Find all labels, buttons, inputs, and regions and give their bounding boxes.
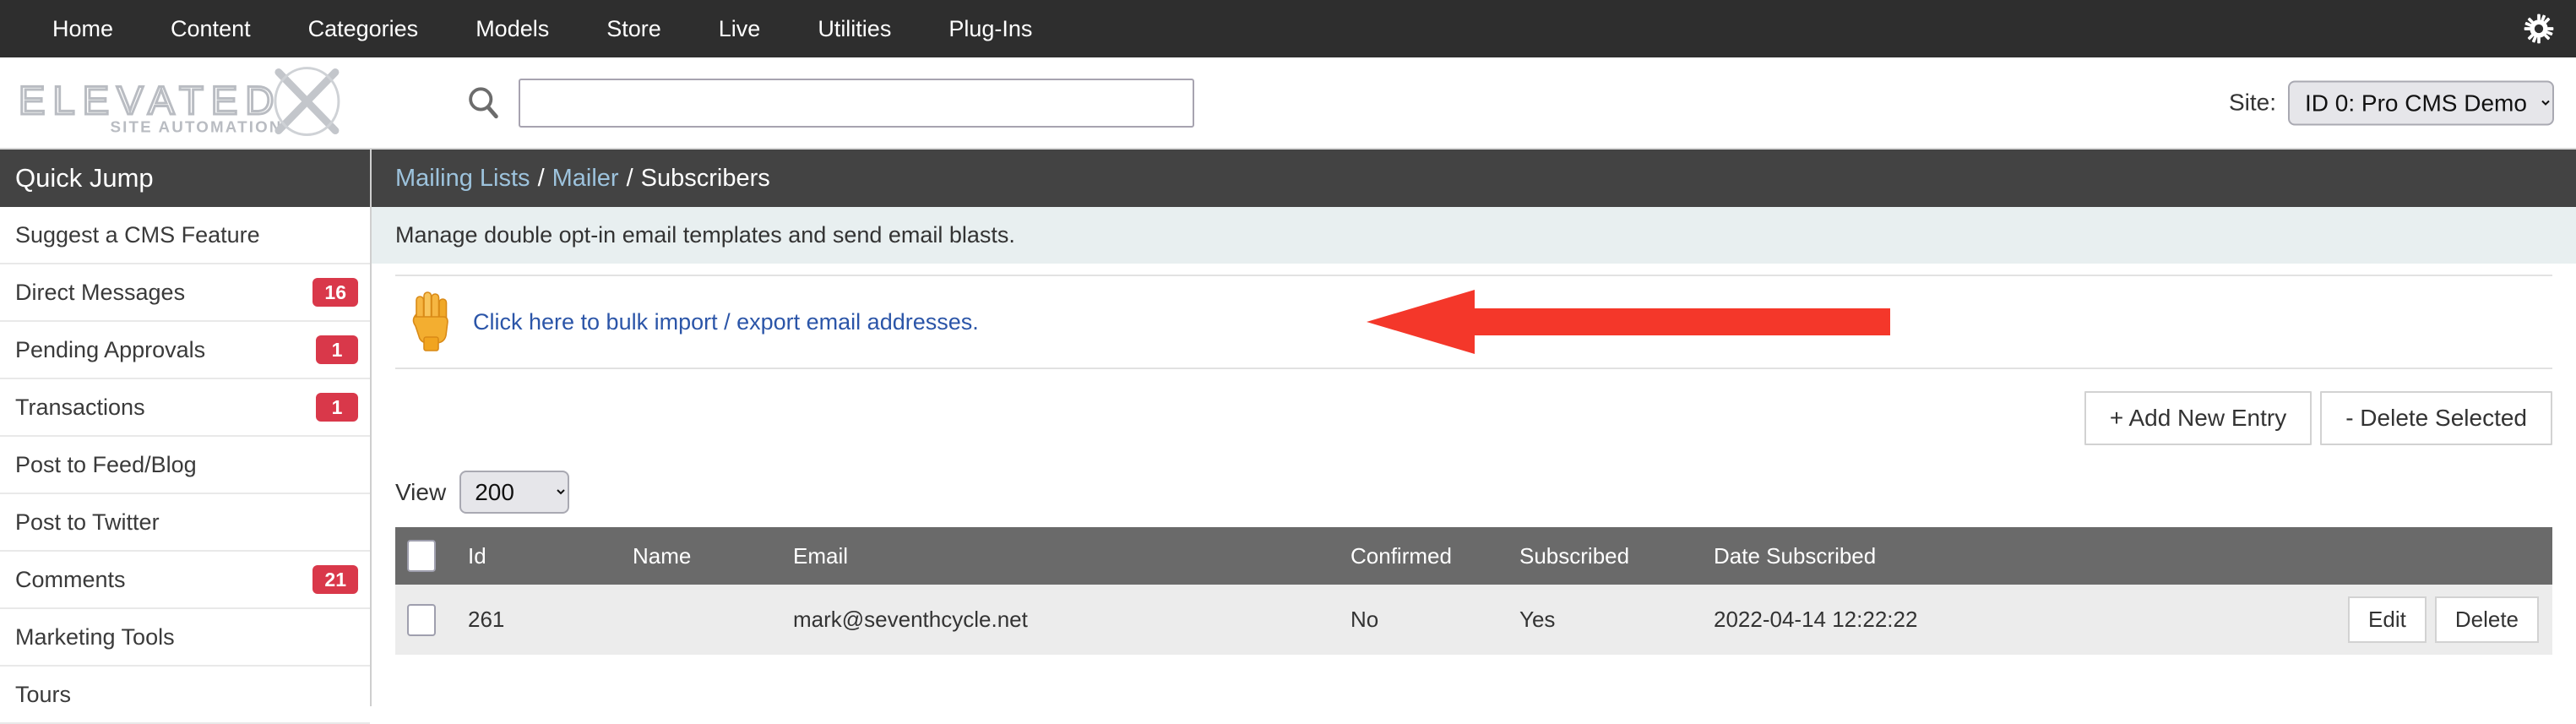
sidebar-item-label: Tours	[15, 681, 72, 707]
sidebar-item-comments[interactable]: Comments 21	[0, 552, 370, 609]
sidebar-header: Quick Jump	[0, 150, 370, 207]
nav-item-live[interactable]: Live	[690, 0, 790, 57]
sidebar-item-transactions[interactable]: Transactions 1	[0, 379, 370, 437]
sidebar-item-suggest-a-cms-feature[interactable]: Suggest a CMS Feature	[0, 207, 370, 264]
sidebar-badge: 1	[316, 335, 358, 365]
cell-date-subscribed: 2022-04-14 12:22:22	[1714, 607, 1918, 632]
row-delete-button[interactable]: Delete	[2434, 596, 2539, 643]
subscribers-table: Id Name Email Confirmed Subscribed Date …	[395, 527, 2552, 655]
top-nav-items: Home Content Categories Models Store Liv…	[0, 0, 1061, 57]
breadcrumb-separator: /	[537, 164, 545, 192]
row-checkbox[interactable]	[407, 603, 436, 636]
page-layout: Quick Jump Suggest a CMS Feature Direct …	[0, 150, 2576, 724]
sidebar-badge: 1	[316, 392, 358, 422]
sidebar-item-label: Marketing Tools	[15, 623, 175, 650]
sidebar-item-label: Suggest a CMS Feature	[15, 221, 260, 248]
table-header-row: Id Name Email Confirmed Subscribed Date …	[395, 527, 2552, 585]
svg-text:ELEVATED: ELEVATED	[19, 78, 281, 122]
view-row: View 200	[372, 462, 2576, 527]
annotation-arrow-icon	[1367, 290, 1890, 354]
column-header-date-subscribed[interactable]: Date Subscribed	[1714, 527, 2265, 585]
nav-item-content[interactable]: Content	[142, 0, 280, 57]
breadcrumb-current-subscribers: Subscribers	[640, 164, 770, 192]
breadcrumb-link-mailing-lists[interactable]: Mailing Lists	[395, 165, 530, 193]
delete-selected-button[interactable]: - Delete Selected	[2320, 391, 2552, 445]
breadcrumb: Mailing Lists / Mailer / Subscribers	[372, 150, 2576, 207]
elevatedx-logo[interactable]: ELEVATED SITE AUTOMATION	[0, 57, 397, 148]
column-header-id[interactable]: Id	[468, 527, 633, 585]
sidebar-item-label: Comments	[15, 566, 126, 592]
breadcrumb-link-mailer[interactable]: Mailer	[552, 165, 619, 193]
sidebar-item-label: Pending Approvals	[15, 336, 206, 362]
main-content: Mailing Lists / Mailer / Subscribers Man…	[372, 150, 2576, 706]
sidebar-item-label: Post to Feed/Blog	[15, 451, 197, 477]
sidebar-item-tours[interactable]: Tours	[0, 667, 370, 724]
column-header-actions	[2265, 527, 2552, 585]
table-header: Id Name Email Confirmed Subscribed Date …	[395, 527, 2552, 585]
select-all-checkbox[interactable]	[407, 540, 436, 572]
sidebar-item-marketing-tools[interactable]: Marketing Tools	[0, 609, 370, 667]
bulk-import-row: Click here to bulk import / export email…	[395, 275, 2552, 368]
column-header-subscribed[interactable]: Subscribed	[1519, 527, 1714, 585]
utility-bar: ELEVATED SITE AUTOMATION Site: ID 0: Pro…	[0, 57, 2576, 150]
page-description: Manage double opt-in email templates and…	[372, 207, 2576, 264]
sidebar-item-label: Post to Twitter	[15, 509, 160, 535]
cell-id: 261	[468, 607, 505, 632]
row-edit-button[interactable]: Edit	[2348, 596, 2427, 643]
nav-item-categories[interactable]: Categories	[280, 0, 448, 57]
column-header-name[interactable]: Name	[633, 527, 793, 585]
sidebar-item-label: Direct Messages	[15, 279, 186, 305]
bulk-import-panel: Click here to bulk import / export email…	[395, 275, 2552, 369]
row-select-cell	[395, 585, 468, 655]
hand-icon	[410, 290, 453, 354]
cell-email: mark@seventhcycle.net	[793, 607, 1028, 632]
table-body: 261 mark@seventhcycle.net No Yes 2022-04…	[395, 585, 2552, 655]
gear-icon[interactable]	[2520, 10, 2557, 47]
quick-jump-sidebar: Quick Jump Suggest a CMS Feature Direct …	[0, 150, 372, 724]
nav-item-store[interactable]: Store	[578, 0, 690, 57]
view-label: View	[395, 478, 447, 505]
top-navigation-bar: Home Content Categories Models Store Liv…	[0, 0, 2576, 57]
sidebar-item-pending-approvals[interactable]: Pending Approvals 1	[0, 322, 370, 379]
column-select-all	[395, 527, 468, 585]
cell-subscribed: Yes	[1519, 607, 1556, 632]
table-row: 261 mark@seventhcycle.net No Yes 2022-04…	[395, 585, 2552, 655]
cell-name	[633, 585, 793, 655]
column-header-email[interactable]: Email	[793, 527, 1350, 585]
search-icon	[465, 84, 502, 122]
nav-item-home[interactable]: Home	[24, 0, 142, 57]
sidebar-item-post-to-feed-blog[interactable]: Post to Feed/Blog	[0, 437, 370, 494]
cell-confirmed: No	[1350, 607, 1379, 632]
nav-item-models[interactable]: Models	[447, 0, 578, 57]
column-header-confirmed[interactable]: Confirmed	[1350, 527, 1519, 585]
cell-row-actions: Edit Delete	[2265, 585, 2552, 655]
sidebar-item-direct-messages[interactable]: Direct Messages 16	[0, 264, 370, 322]
breadcrumb-separator: /	[626, 164, 633, 192]
search-input[interactable]	[519, 78, 1194, 128]
sidebar-item-label: Transactions	[15, 394, 145, 420]
add-new-entry-button[interactable]: + Add New Entry	[2084, 391, 2312, 445]
nav-item-utilities[interactable]: Utilities	[789, 0, 920, 57]
view-count-select[interactable]: 200	[459, 471, 570, 514]
site-selector-area: Site: ID 0: Pro CMS Demo	[2229, 80, 2554, 125]
site-select[interactable]: ID 0: Pro CMS Demo	[2288, 80, 2554, 125]
sidebar-badge: 21	[312, 564, 358, 595]
sidebar-badge: 16	[312, 277, 358, 308]
table-actions-row: + Add New Entry - Delete Selected	[372, 369, 2576, 462]
row-actions: Edit Delete	[2265, 596, 2552, 643]
nav-item-plugins[interactable]: Plug-Ins	[920, 0, 1061, 57]
site-label: Site:	[2228, 89, 2276, 116]
search-area	[465, 78, 1194, 128]
sidebar-item-post-to-twitter[interactable]: Post to Twitter	[0, 494, 370, 552]
svg-text:SITE AUTOMATION: SITE AUTOMATION	[110, 117, 282, 135]
bulk-import-export-link[interactable]: Click here to bulk import / export email…	[473, 309, 979, 335]
